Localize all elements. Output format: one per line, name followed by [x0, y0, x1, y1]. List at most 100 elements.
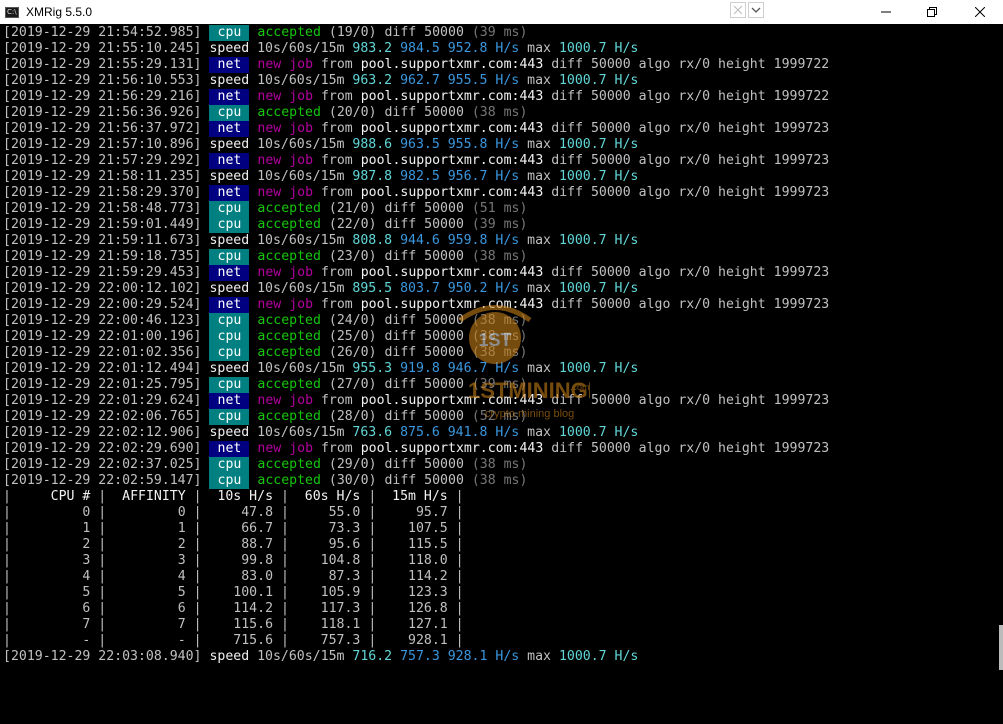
share-diff: diff 50000 [384, 409, 464, 424]
job-height: height 1999722 [718, 89, 830, 104]
share-diff: diff 50000 [384, 345, 464, 360]
speed-max-unit: H/s [614, 41, 639, 56]
terminal-output[interactable]: [2019-12-29 21:54:52.985] cpu accepted (… [3, 25, 1003, 724]
hashrate-table-row: | 3 | 3 | 99.8 | 104.8 | 118.0 | [3, 553, 464, 568]
speed-max-label: max [527, 281, 551, 296]
table-cell: 87.3 [288, 569, 361, 584]
job-diff: diff 50000 [551, 153, 631, 168]
accepted-label: accepted [257, 377, 321, 392]
log-timestamp: [2019-12-29 22:01:02.356] [3, 345, 202, 360]
search-box-icon[interactable] [730, 2, 746, 18]
log-timestamp: [2019-12-29 21:57:29.292] [3, 153, 202, 168]
log-line: [2019-12-29 22:01:02.356] cpu accepted (… [3, 345, 1003, 361]
title-bar: C:\ XMRig 5.5.0 [0, 0, 1003, 24]
pool-address: pool.supportxmr.com:443 [360, 441, 544, 456]
new-label: new [257, 153, 282, 168]
speed-unit: H/s [495, 281, 520, 296]
new-label: new [257, 121, 282, 136]
job-height: height 1999723 [718, 185, 830, 200]
share-diff: diff 50000 [384, 329, 464, 344]
speed-15m: 955.5 [447, 73, 488, 88]
log-timestamp: [2019-12-29 21:58:29.370] [3, 185, 202, 200]
log-line: [2019-12-29 22:02:59.147] cpu accepted (… [3, 473, 1003, 489]
table-cell: 7 [106, 617, 186, 632]
job-algo: algo rx/0 [638, 265, 711, 280]
speed-label: speed [209, 233, 250, 248]
close-button[interactable] [957, 0, 1003, 24]
log-line: [2019-12-29 22:02:37.025] cpu accepted (… [3, 457, 1003, 473]
log-line: [2019-12-29 22:02:12.906] speed 10s/60s/… [3, 425, 1003, 441]
job-label: job [289, 153, 314, 168]
cpu-tag: cpu [209, 313, 250, 329]
new-label: new [257, 89, 282, 104]
share-latency: (38 ms) [471, 313, 528, 328]
accepted-count: (21/0) [328, 201, 377, 216]
speed-15m: 941.8 [447, 425, 488, 440]
table-cell: 83.0 [201, 569, 274, 584]
accepted-count: (22/0) [328, 217, 377, 232]
cpu-tag: cpu [209, 345, 250, 361]
log-timestamp: [2019-12-29 21:56:29.216] [3, 89, 202, 104]
chevron-down-icon[interactable] [748, 2, 764, 18]
accepted-label: accepted [257, 329, 321, 344]
job-diff: diff 50000 [551, 185, 631, 200]
new-label: new [257, 57, 282, 72]
log-timestamp: [2019-12-29 22:02:12.906] [3, 425, 202, 440]
log-line: [2019-12-29 21:59:29.453] net new job fr… [3, 265, 1003, 281]
job-diff: diff 50000 [551, 441, 631, 456]
share-diff: diff 50000 [384, 377, 464, 392]
log-line: [2019-12-29 21:59:11.673] speed 10s/60s/… [3, 233, 1003, 249]
speed-max-unit: H/s [614, 425, 639, 440]
net-tag: net [209, 89, 250, 105]
table-cell: 4 [10, 569, 91, 584]
job-height: height 1999723 [718, 121, 830, 136]
log-line: [2019-12-29 22:00:46.123] cpu accepted (… [3, 313, 1003, 329]
job-label: job [289, 185, 314, 200]
accepted-count: (28/0) [328, 409, 377, 424]
hashrate-table-row: | 2 | 2 | 88.7 | 95.6 | 115.5 | [3, 537, 464, 552]
speed-max-label: max [527, 361, 551, 376]
job-diff: diff 50000 [551, 265, 631, 280]
share-latency: (38 ms) [471, 105, 528, 120]
restore-button[interactable] [909, 0, 955, 24]
console-app-icon[interactable]: C:\ [4, 5, 20, 19]
speed-unit: H/s [495, 233, 520, 248]
cpu-tag: cpu [209, 409, 250, 425]
job-algo: algo rx/0 [638, 121, 711, 136]
speed-max-unit: H/s [614, 169, 639, 184]
log-timestamp: [2019-12-29 21:58:11.235] [3, 169, 202, 184]
speed-label: speed [209, 137, 250, 152]
speed-max-value: 1000.7 [558, 169, 607, 184]
net-tag: net [209, 121, 250, 137]
table-cell: 928.1 [376, 633, 448, 648]
table-cell: 107.5 [376, 521, 448, 536]
hashrate-table-row: | 4 | 4 | 83.0 | 87.3 | 114.2 | [3, 569, 464, 584]
log-line: [2019-12-29 21:54:52.985] cpu accepted (… [3, 25, 1003, 41]
pool-address: pool.supportxmr.com:443 [360, 265, 544, 280]
table-cell: 123.3 [376, 585, 448, 600]
minimize-button[interactable] [863, 0, 909, 24]
speed-unit: H/s [495, 425, 520, 440]
cpu-tag: cpu [209, 201, 250, 217]
table-cell: 715.6 [201, 633, 274, 648]
table-cell: 99.8 [201, 553, 274, 568]
share-diff: diff 50000 [384, 25, 464, 40]
app-icon-text: C:\ [5, 6, 19, 18]
net-tag: net [209, 57, 250, 73]
share-latency: (38 ms) [471, 473, 528, 488]
job-algo: algo rx/0 [638, 441, 711, 456]
speed-60s: 962.7 [400, 73, 440, 88]
from-label: from [320, 57, 353, 72]
log-line: [2019-12-29 21:55:29.131] net new job fr… [3, 57, 1003, 73]
hashrate-table-row: | 0 | 0 | 47.8 | 55.0 | 95.7 | [3, 505, 464, 520]
from-label: from [320, 297, 353, 312]
log-timestamp: [2019-12-29 22:01:12.494] [3, 361, 202, 376]
job-diff: diff 50000 [551, 89, 631, 104]
log-line: [2019-12-29 21:55:10.245] speed 10s/60s/… [3, 41, 1003, 57]
pool-address: pool.supportxmr.com:443 [360, 297, 544, 312]
accepted-label: accepted [257, 201, 321, 216]
accepted-count: (30/0) [328, 473, 377, 488]
share-diff: diff 50000 [384, 105, 464, 120]
table-cell: 115.5 [376, 537, 448, 552]
scrollbar-thumb[interactable] [999, 625, 1003, 670]
